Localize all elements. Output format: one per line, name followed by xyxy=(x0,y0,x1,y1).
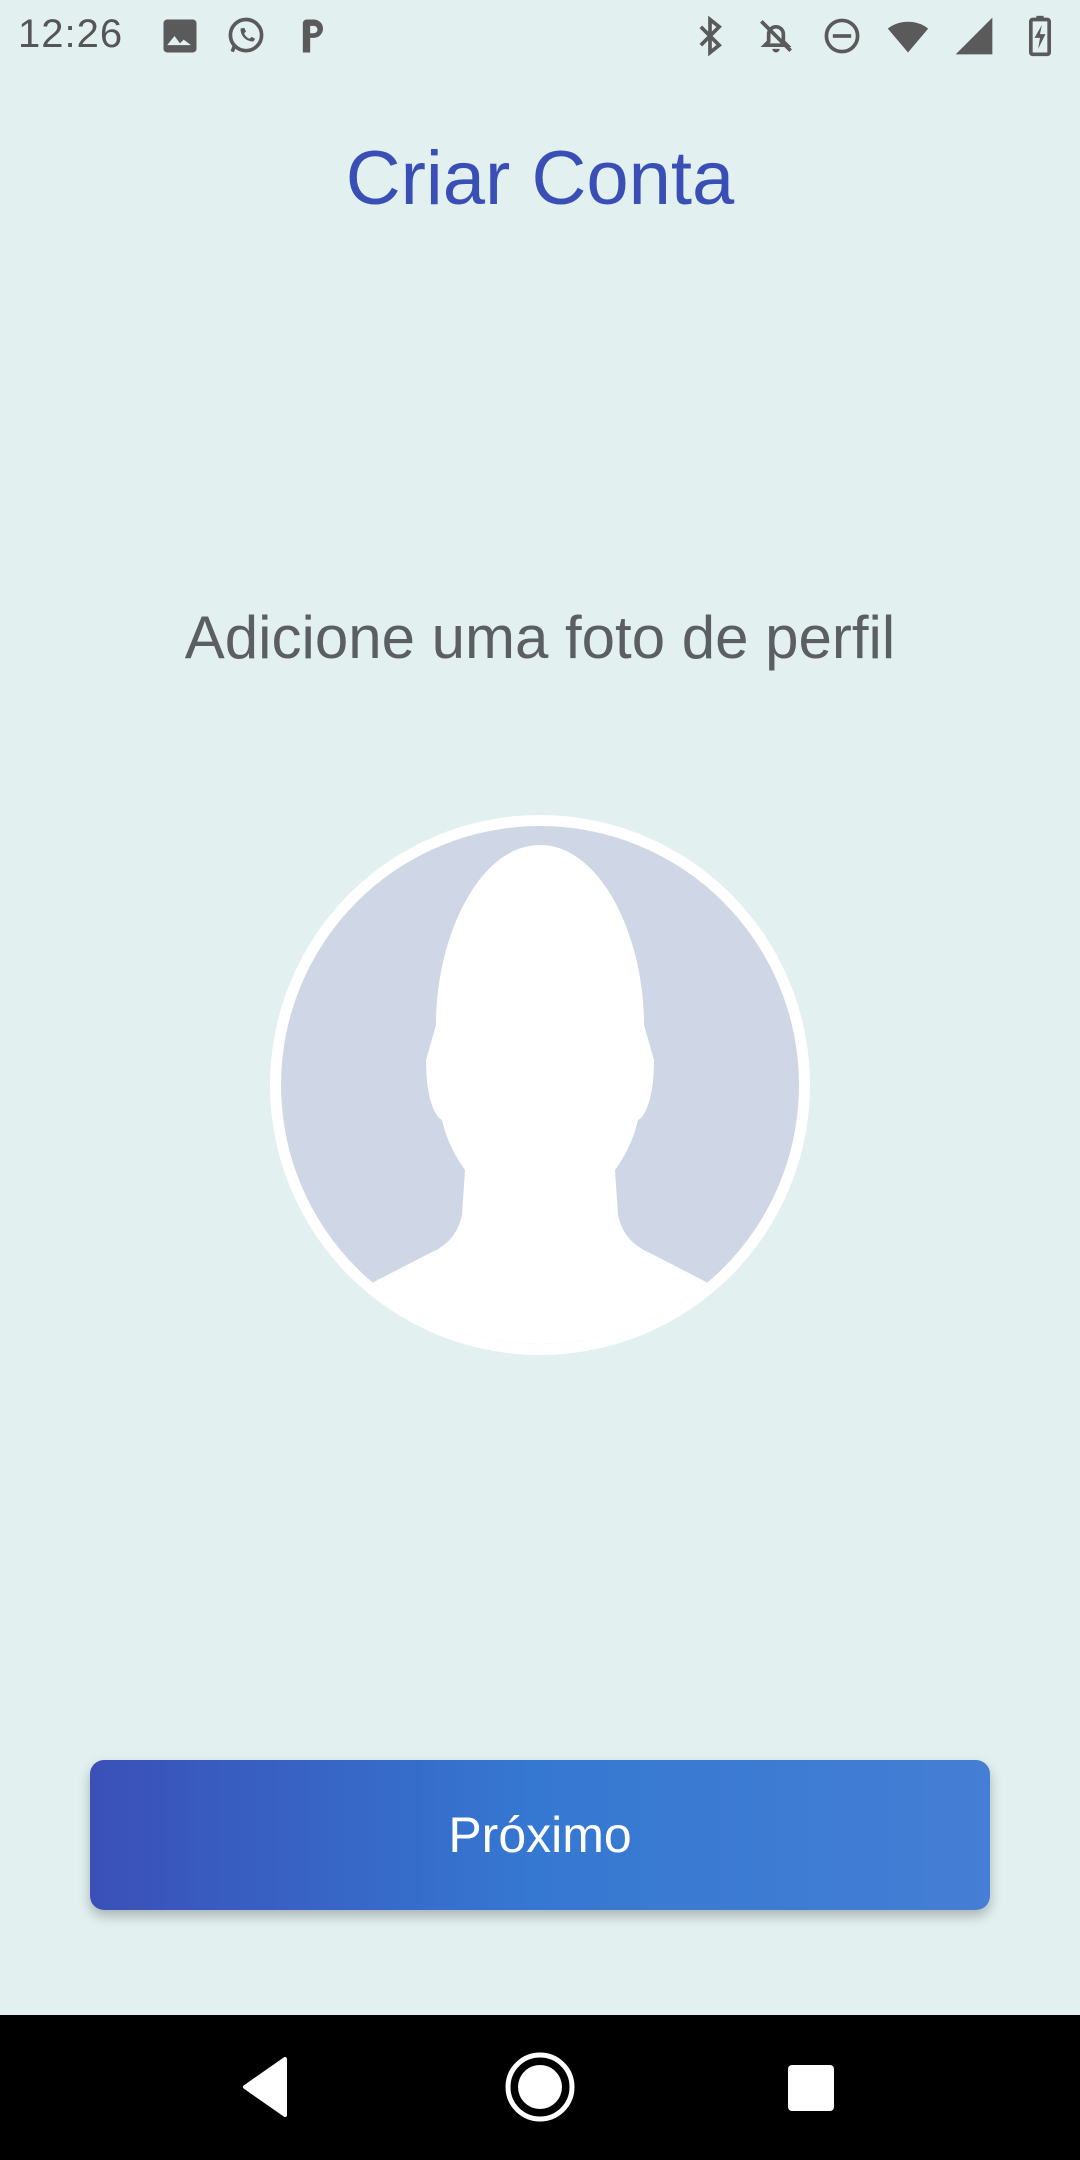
cell-signal-icon xyxy=(955,17,993,55)
back-icon xyxy=(243,2057,287,2117)
image-icon xyxy=(163,19,197,53)
next-button[interactable]: Próximo xyxy=(90,1760,990,1910)
status-icons-left xyxy=(158,14,334,58)
wifi-icon xyxy=(887,21,929,53)
notifications-off-icon xyxy=(760,20,792,53)
parking-icon xyxy=(302,19,323,53)
status-time: 12:26 xyxy=(18,12,124,56)
profile-photo-prompt: Adicione uma foto de perfil xyxy=(184,604,896,671)
profile-photo-picker[interactable] xyxy=(270,815,810,1355)
navigation-bar xyxy=(0,2015,1080,2160)
status-icons-right xyxy=(688,14,1062,58)
do-not-disturb-icon xyxy=(824,18,860,54)
page-title: Criar Conta xyxy=(345,136,735,221)
whatsapp-icon xyxy=(228,17,264,53)
status-bar: 12:26 xyxy=(0,0,1080,72)
home-icon xyxy=(505,2052,575,2122)
battery-icon xyxy=(1029,15,1051,57)
home-button[interactable] xyxy=(468,2015,613,2160)
bluetooth-icon xyxy=(699,15,722,57)
profile-placeholder-icon xyxy=(281,826,799,1344)
recents-icon xyxy=(788,2065,834,2111)
recents-button[interactable] xyxy=(738,2015,883,2160)
back-button[interactable] xyxy=(195,2015,340,2160)
